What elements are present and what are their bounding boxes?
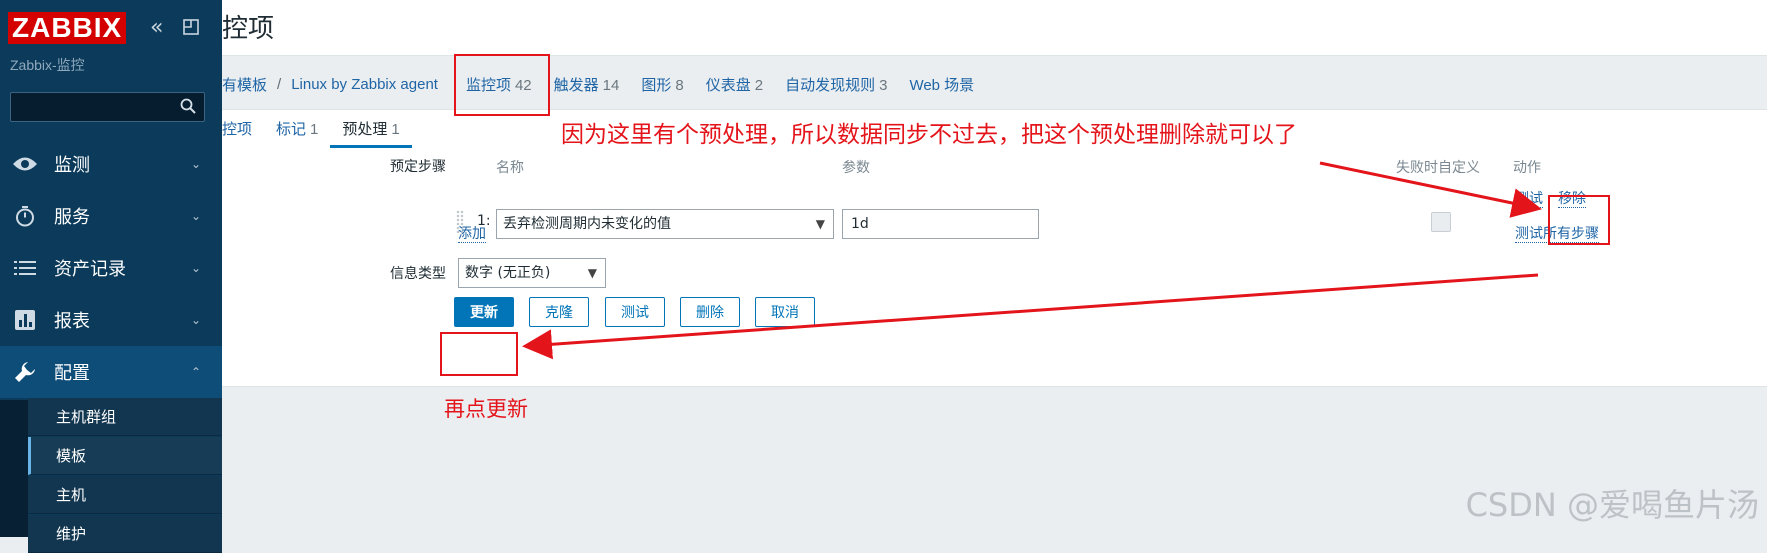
watermark: CSDN @爱喝鱼片汤 (1465, 486, 1759, 524)
arrow-to-update (522, 273, 1539, 360)
arrow-to-remove (1319, 161, 1542, 218)
annotation-arrows (522, 161, 1542, 360)
